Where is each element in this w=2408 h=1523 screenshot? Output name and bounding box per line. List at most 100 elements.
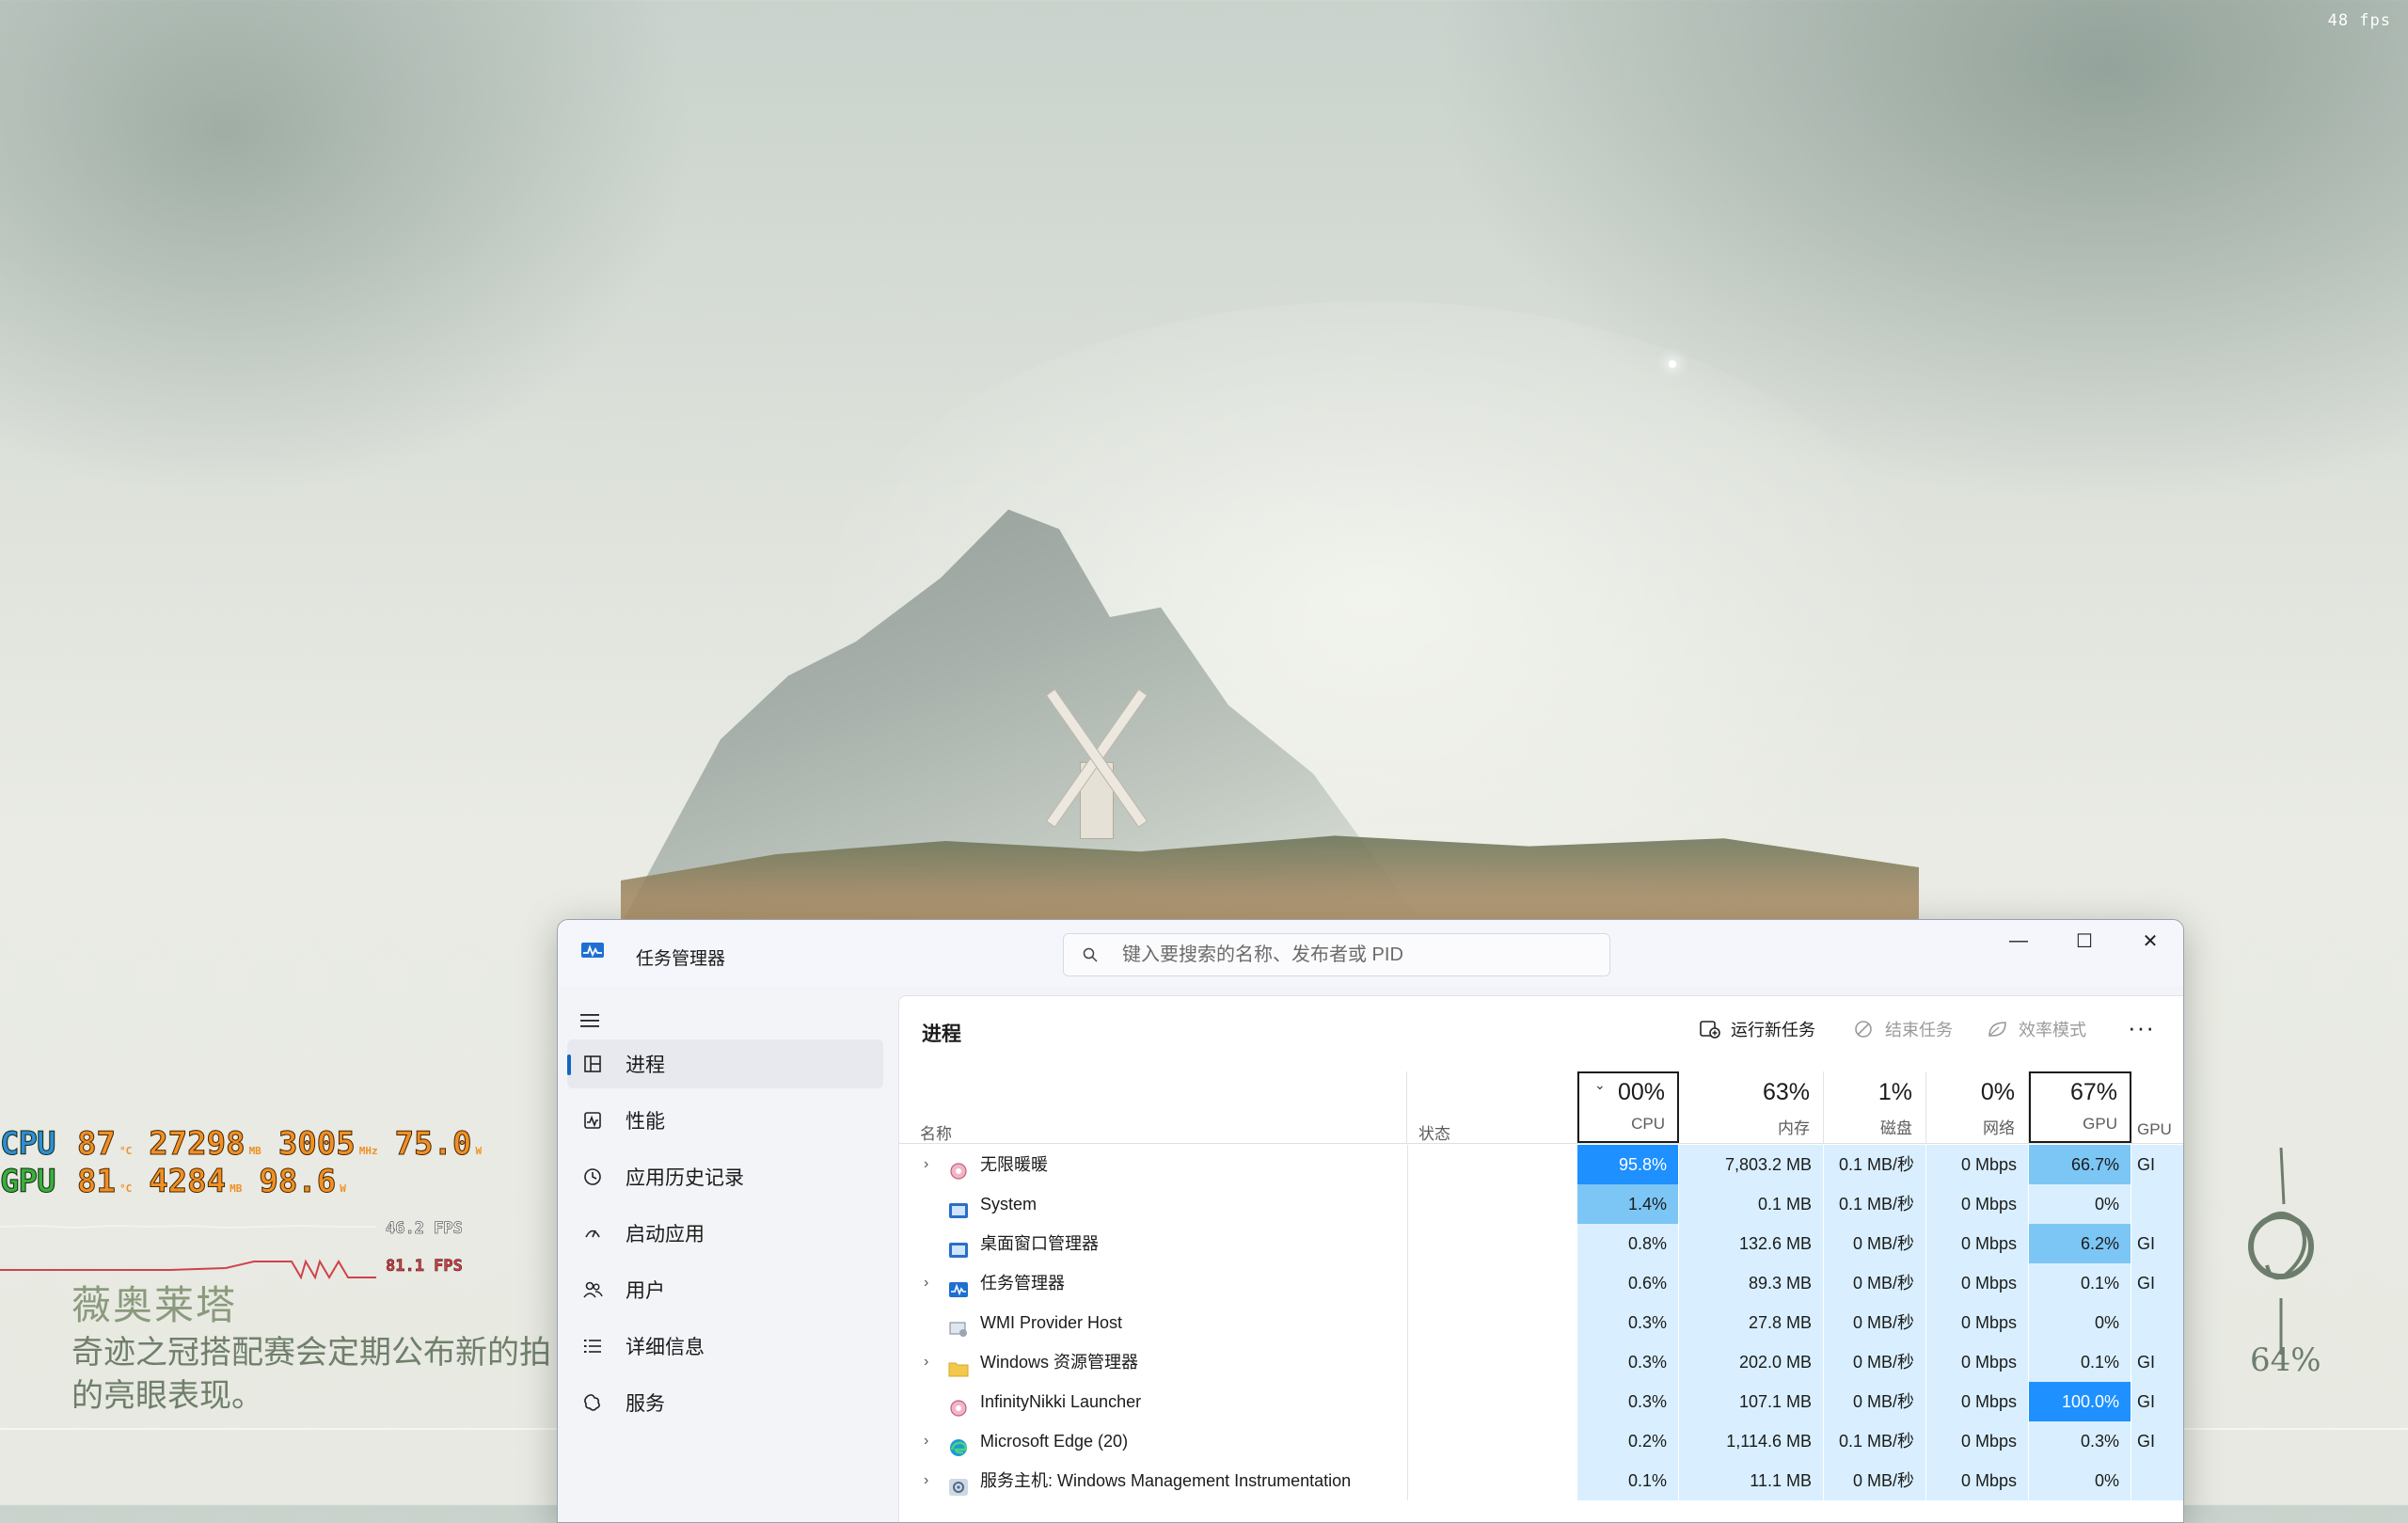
gpu-cell: 66.7% [2029, 1145, 2131, 1184]
caption-title: 薇奥莱塔 [71, 1282, 238, 1328]
osd-gpu-row: GPU 81 °C 4284 MB 98.6 W [0, 1163, 499, 1201]
hardware-osd: CPU 87 °C 27298 MB 3005 MHz 75.0 W GPU 8… [0, 1125, 499, 1201]
network-cell: 0 Mbps [1926, 1145, 2029, 1184]
minimize-button[interactable]: — [1986, 920, 2052, 961]
osd-cpu-row: CPU 87 °C 27298 MB 3005 MHz 75.0 W [0, 1125, 499, 1164]
more-options-button[interactable]: ··· [2128, 1013, 2155, 1042]
gpu-cell: 100.0% [2029, 1382, 2131, 1421]
memory-cell: 202.0 MB [1679, 1342, 1824, 1382]
search-input[interactable] [1120, 934, 1594, 976]
run-new-task-button[interactable]: 运行新任务 [1699, 1015, 1815, 1043]
osd-fps-2: 81.1 FPS [386, 1257, 463, 1277]
osd-gpu-power-unit: W [340, 1182, 346, 1195]
column-label: CPU [1631, 1115, 1665, 1133]
task-manager-window[interactable]: 任务管理器 — ☐ ✕ 进程 性能 应用历史记录 [557, 919, 2184, 1523]
column-header-gpu-engine[interactable]: GPU [2131, 1071, 2183, 1143]
status-cell [1407, 1224, 1577, 1263]
efficiency-mode-label: 效率模式 [2019, 1021, 2086, 1039]
table-row[interactable]: › Windows 资源管理器 0.3% 202.0 MB 0 MB/秒 0 M… [899, 1342, 2183, 1382]
gpu-engine-cell: GI [2131, 1224, 2183, 1263]
column-label: GPU [2083, 1115, 2117, 1133]
status-cell [1407, 1342, 1577, 1382]
close-button[interactable]: ✕ [2117, 920, 2183, 961]
sidebar: 进程 性能 应用历史记录 启动应用 用户 详细信息 服务 [558, 986, 891, 1522]
disk-cell: 0 MB/秒 [1824, 1382, 1926, 1421]
sidebar-item-performance[interactable]: 性能 [567, 1096, 883, 1145]
chevron-right-icon[interactable]: › [924, 1421, 928, 1461]
memory-cell: 7,803.2 MB [1679, 1145, 1824, 1184]
column-header-network[interactable]: 0% 网络 [1926, 1071, 2029, 1143]
osd-gpu-temp: 81 [77, 1163, 117, 1201]
cpu-cell: 95.8% [1577, 1145, 1679, 1184]
users-icon [583, 1281, 603, 1298]
column-header-status[interactable]: 状态 [1407, 1071, 1577, 1143]
memory-cell: 132.6 MB [1679, 1224, 1824, 1263]
sidebar-item-processes[interactable]: 进程 [567, 1039, 883, 1088]
disk-cell: 0 MB/秒 [1824, 1224, 1926, 1263]
network-cell: 0 Mbps [1926, 1303, 2029, 1342]
chevron-right-icon[interactable]: › [924, 1342, 928, 1382]
status-cell [1407, 1303, 1577, 1342]
history-icon [584, 1168, 601, 1185]
osd-cpu-label: CPU [0, 1125, 56, 1164]
title-bar[interactable]: 任务管理器 — ☐ ✕ [558, 920, 2183, 986]
table-row[interactable]: › 服务主机: Windows Management Instrumentati… [899, 1461, 2183, 1500]
frametime-graph-1 [0, 1224, 376, 1230]
cpu-cell: 0.2% [1577, 1421, 1679, 1461]
column-header-gpu[interactable]: 67% GPU [2029, 1071, 2131, 1143]
table-row[interactable]: › Microsoft Edge (20) 0.2% 1,114.6 MB 0.… [899, 1421, 2183, 1461]
sidebar-item-services[interactable]: 服务 [567, 1378, 883, 1427]
table-row[interactable]: › 无限暖暖 95.8% 7,803.2 MB 0.1 MB/秒 0 Mbps … [899, 1145, 2183, 1184]
table-row[interactable]: WMI Provider Host 0.3% 27.8 MB 0 MB/秒 0 … [899, 1303, 2183, 1342]
cpu-cell: 1.4% [1577, 1184, 1679, 1224]
edge-app-icon [948, 1432, 969, 1456]
search-box[interactable] [1063, 933, 1610, 976]
disk-cell: 0 MB/秒 [1824, 1263, 1926, 1303]
gear-app-icon [948, 1471, 969, 1496]
chevron-right-icon[interactable]: › [924, 1461, 928, 1500]
maximize-button[interactable]: ☐ [2052, 920, 2117, 961]
process-name-cell: › 任务管理器 [899, 1263, 1407, 1303]
process-name-cell: WMI Provider Host [899, 1303, 1407, 1342]
game-caption: 薇奥莱塔 奇迹之冠搭配赛会定期公布新的拍 的亮眼表现。 [71, 1274, 551, 1418]
end-task-icon [1855, 1021, 1872, 1038]
column-header-cpu[interactable]: ⌄ 00% CPU [1577, 1071, 1679, 1143]
column-header-disk[interactable]: 1% 磁盘 [1824, 1071, 1926, 1143]
network-cell: 0 Mbps [1926, 1184, 2029, 1224]
cpu-cell: 0.8% [1577, 1224, 1679, 1263]
column-label: 状态 [1418, 1125, 1450, 1143]
sidebar-item-users[interactable]: 用户 [567, 1265, 883, 1314]
sidebar-item-app-history[interactable]: 应用历史记录 [567, 1152, 883, 1201]
system-app-icon [948, 1195, 969, 1218]
table-row[interactable]: › 任务管理器 0.6% 89.3 MB 0 MB/秒 0 Mbps 0.1% … [899, 1263, 2183, 1303]
efficiency-mode-button[interactable]: 效率模式 [1987, 1015, 2086, 1043]
status-cell [1407, 1263, 1577, 1303]
network-cell: 0 Mbps [1926, 1382, 2029, 1421]
table-row[interactable]: 桌面窗口管理器 0.8% 132.6 MB 0 MB/秒 0 Mbps 6.2%… [899, 1224, 2183, 1263]
table-row[interactable]: System 1.4% 0.1 MB 0.1 MB/秒 0 Mbps 0% [899, 1184, 2183, 1224]
osd-cpu-temp-unit: °C [119, 1145, 133, 1157]
process-name-cell: › 服务主机: Windows Management Instrumentati… [899, 1461, 1407, 1500]
sidebar-item-label: 性能 [626, 1111, 665, 1133]
hamburger-menu-icon[interactable] [580, 1012, 599, 1029]
gpu-engine-cell: GI [2131, 1421, 2183, 1461]
memory-cell: 1,114.6 MB [1679, 1421, 1824, 1461]
chevron-right-icon[interactable]: › [924, 1263, 928, 1303]
column-percent: 0% [1980, 1079, 2015, 1105]
status-cell [1407, 1145, 1577, 1184]
sidebar-item-details[interactable]: 详细信息 [567, 1322, 883, 1371]
end-task-button[interactable]: 结束任务 [1853, 1015, 1953, 1043]
processes-icon [584, 1055, 601, 1072]
table-row[interactable]: InfinityNikki Launcher 0.3% 107.1 MB 0 M… [899, 1382, 2183, 1421]
column-header-name[interactable]: 名称 [899, 1071, 1407, 1143]
column-header-memory[interactable]: 63% 内存 [1679, 1071, 1824, 1143]
chevron-right-icon[interactable]: › [924, 1145, 928, 1184]
column-label: 磁盘 [1880, 1119, 1912, 1137]
column-label: 网络 [1983, 1119, 2015, 1137]
osd-fps-1: 46.2 FPS [386, 1219, 463, 1239]
sidebar-item-startup[interactable]: 启动应用 [567, 1209, 883, 1258]
gpu-engine-cell: GI [2131, 1145, 2183, 1184]
network-cell: 0 Mbps [1926, 1421, 2029, 1461]
osd-gpu-mem: 4284 [149, 1163, 227, 1201]
sidebar-item-label: 详细信息 [626, 1337, 705, 1358]
